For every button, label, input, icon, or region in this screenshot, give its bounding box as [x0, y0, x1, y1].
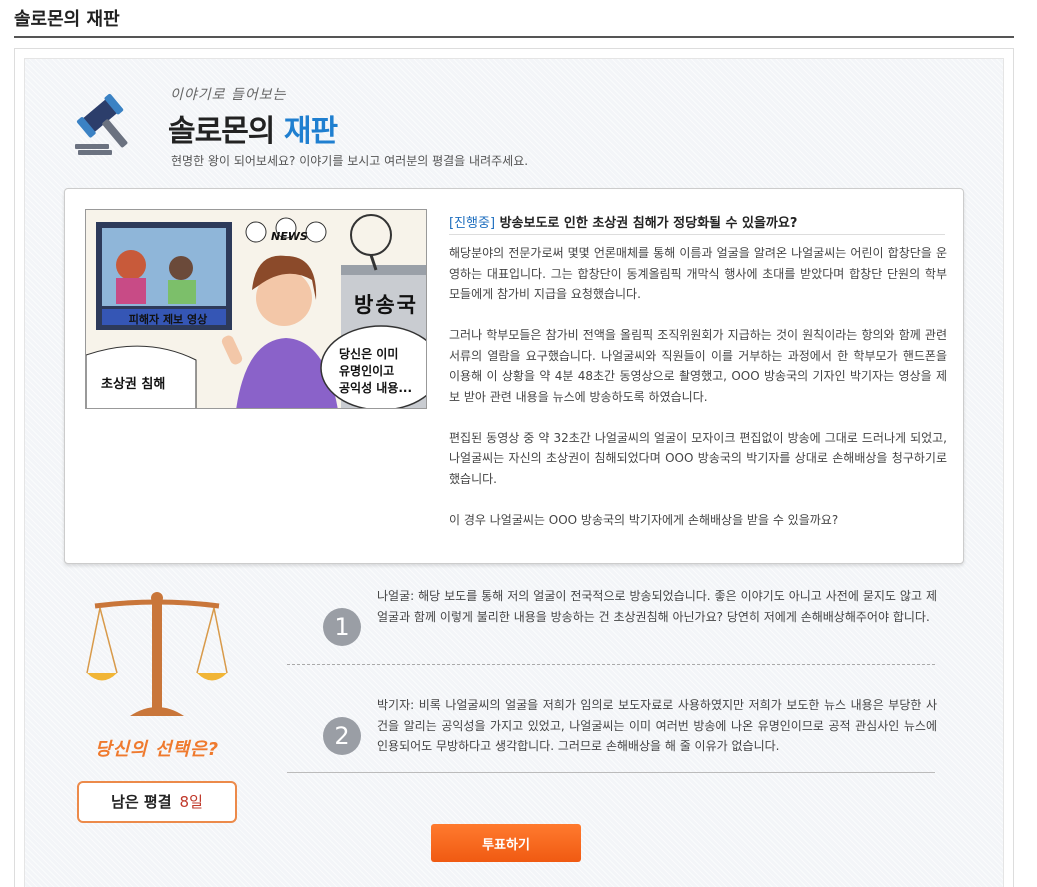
- remaining-verdict-box: 남은 평결 8일: [77, 781, 237, 823]
- speech-line-3: 공익성 내용...: [339, 381, 413, 395]
- speech-line-2: 유명인이고: [339, 364, 395, 378]
- vote-button[interactable]: 투표하기: [431, 824, 581, 862]
- speech-line-1: 당신은 이미: [339, 347, 399, 361]
- cartoon-news-label: NEWS: [271, 230, 308, 243]
- main-title: 솔로몬의 재판: [168, 106, 338, 150]
- choice-prompt: 당신의 선택은?: [95, 739, 220, 760]
- remaining-days: 8일: [179, 793, 203, 811]
- header-description: 현명한 왕이 되어보세요? 이야기를 보시고 여러분의 평결을 내려주세요.: [171, 154, 529, 168]
- status-tag: [진행중]: [449, 216, 496, 231]
- page-title: 솔로몬의 재판: [14, 9, 120, 30]
- options-bottom-rule: [287, 772, 935, 773]
- option-2-radio[interactable]: 2: [323, 717, 361, 755]
- main-title-accent: 재판: [283, 114, 338, 149]
- case-cartoon: NEWS 피해자 제보 영상 초상권 침해 방송국 당신은 이미 유명인이고 공…: [85, 209, 427, 409]
- article-body: 해당분야의 전문가로써 몇몇 언론매체를 통해 이름과 얼굴을 알려온 나얼굴씨…: [449, 243, 947, 551]
- option-1-radio[interactable]: 1: [323, 608, 361, 646]
- cartoon-left-caption: 초상권 침해: [101, 377, 166, 392]
- article-paragraph: 해당분야의 전문가로써 몇몇 언론매체를 통해 이름과 얼굴을 알려온 나얼굴씨…: [449, 246, 947, 301]
- options-divider: [287, 664, 935, 665]
- main-title-text: 솔로몬의: [168, 114, 275, 149]
- cartoon-speech-bubble: 당신은 이미 유명인이고 공익성 내용...: [339, 346, 425, 397]
- remaining-label: 남은 평결: [111, 793, 172, 811]
- scale-icon: [86, 592, 228, 716]
- article-heading: [진행중] 방송보도로 인한 초상권 침해가 정당화될 수 있을까요?: [449, 212, 797, 231]
- article-paragraph: 그러나 학부모들은 참가비 전액을 올림픽 조직위원회가 지급하는 것이 원칙이…: [449, 328, 947, 404]
- option-1-text[interactable]: 나얼굴: 해당 보도를 통해 저의 얼굴이 전국적으로 방송되었습니다. 좋은 …: [377, 586, 937, 627]
- gavel-icon: [75, 93, 128, 155]
- title-divider: [14, 36, 1014, 38]
- cartoon-victim-caption: 피해자 제보 영상: [128, 313, 208, 326]
- header-script-subtitle: 이야기로 들어보는: [170, 87, 287, 103]
- article-paragraph: 편집된 동영상 중 약 32초간 나얼굴씨의 얼굴이 모자이크 편집없이 방송에…: [449, 430, 947, 486]
- cartoon-station-sign: 방송국: [354, 293, 418, 317]
- article-paragraph: 이 경우 나얼굴씨는 OOO 방송국의 박기자에게 손해배상을 받을 수 있을까…: [449, 512, 839, 527]
- option-2-text[interactable]: 박기자: 비록 나얼굴씨의 얼굴을 저희가 임의로 보도자료로 사용하였지만 저…: [377, 695, 937, 757]
- article-divider: [449, 234, 945, 235]
- article-title: 방송보도로 인한 초상권 침해가 정당화될 수 있을까요?: [499, 216, 798, 231]
